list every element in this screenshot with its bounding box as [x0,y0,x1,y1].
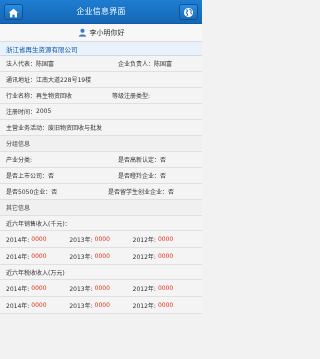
year-label: 2012年: [132,236,156,244]
user-greeting: 李小明你好 [0,24,202,42]
overseas-value: 否 [168,189,175,196]
legal-rep-label: 法人代表： [6,61,37,68]
home-button[interactable] [4,4,23,20]
tax-cell: 2012年: 0000 [133,284,196,293]
sales-cell: 2014年: 0000 [6,252,69,261]
year-label: 2012年: [132,285,156,293]
section-other-info: 其它信息 [0,200,202,216]
sales-cell: 2012年: 0000 [133,252,196,261]
top5050: 是否5050企业：否 [6,187,108,196]
industry-label: 行业名称： [6,93,37,100]
user-name: 李小明你好 [89,28,125,37]
year-value: 0000 [94,301,110,309]
tax-row-1: 2014年: 0000 2013年: 0000 2012年: 0000 [0,280,202,297]
year-value: 0000 [157,252,174,260]
globe-icon [183,3,194,22]
info-row-representatives: 法人代表：陈国富 企业负责人：陈国富 [0,56,202,72]
group-row-2: 是否上市公司：否 是否瞪羚企业：否 [0,168,202,184]
reg-time-label: 注册时间： [6,109,37,116]
sales-cell: 2013年: 0000 [69,252,132,261]
year-value: 0000 [94,252,110,260]
research-label: 是否瞪羚企业： [118,173,161,180]
reg-type: 等级注册类型: [112,91,150,100]
tax-row-2: 2014年: 0000 2013年: 0000 2012年: 0000 [0,297,202,314]
globe-button[interactable] [179,4,198,20]
year-value: 0000 [157,301,174,309]
section-group-info: 分组信息 [0,136,202,152]
year-value: 0000 [31,235,47,243]
group-row-1: 产业分类: 是否高新认定：否 [0,152,202,168]
overseas-label: 是否留学生创业企业： [108,189,169,196]
tax-title: 近六年税收收入(万元) [0,265,202,280]
year-label: 2012年: [132,253,156,261]
info-row-business: 主营业务活动： 废旧物资回收与批发 [0,120,202,136]
app-header: 企业信息界面 [0,0,202,24]
sales-title: 近六年销售收入(千元)： [0,216,202,231]
info-row-industry: 行业名称：再生物资回收 等级注册类型: [0,88,202,104]
industry-category-label: 产业分类: [6,157,33,164]
year-label: 2013年: [69,302,93,310]
reg-type-label: 等级注册类型: [112,93,151,100]
year-value: 0000 [31,252,47,260]
address-value: 江南大道228号19楼 [36,77,92,84]
sales-cell: 2014年: 0000 [6,235,69,244]
year-value: 0000 [94,235,110,243]
year-label: 2014年: [6,285,30,293]
info-row-address: 通讯地址： 江南大道228号19楼 [0,72,202,88]
hightech-label: 是否高新认定： [118,157,161,164]
year-label: 2013年: [69,285,93,293]
listed-value: 否 [48,173,55,180]
principal-value: 陈国富 [154,61,173,68]
year-value: 0000 [157,284,174,292]
top5050-value: 否 [51,189,58,196]
sales-row-2: 2014年: 0000 2013年: 0000 2012年: 0000 [0,248,202,265]
top5050-label: 是否5050企业： [6,189,52,196]
year-label: 2014年: [6,236,30,244]
group-row-3: 是否5050企业：否 是否留学生创业企业：否 [0,184,202,200]
overseas: 是否留学生创业企业：否 [108,187,174,196]
sales-cell: 2012年: 0000 [133,235,196,244]
tax-cell: 2012年: 0000 [133,301,196,310]
industry-category: 产业分类: [6,155,118,164]
legal-rep-value: 陈国富 [36,61,55,68]
listed-label: 是否上市公司： [6,173,49,180]
business-value: 废旧物资回收与批发 [48,125,103,132]
sales-cell: 2013年: 0000 [69,235,132,244]
year-label: 2013年: [69,253,93,261]
tax-cell: 2014年: 0000 [6,301,69,310]
year-label: 2013年: [69,236,93,244]
tax-cell: 2013年: 0000 [69,284,132,293]
year-label: 2014年: [6,253,30,261]
research-value: 否 [160,173,167,180]
legal-rep: 法人代表：陈国富 [6,59,118,68]
industry-value: 再生物资回收 [36,93,73,100]
industry: 行业名称：再生物资回收 [6,91,112,100]
reg-time-value: 2005 [36,108,52,115]
page-title: 企业信息界面 [76,6,126,16]
tax-cell: 2014年: 0000 [6,284,69,293]
hightech: 是否高新认定：否 [118,155,166,164]
tax-cell: 2013年: 0000 [69,301,132,310]
info-row-reg-time: 注册时间： 2005 [0,104,202,120]
sales-row-1: 2014年: 0000 2013年: 0000 2012年: 0000 [0,231,202,248]
business-label: 主营业务活动： [6,125,49,132]
home-icon [8,3,19,22]
principal: 企业负责人：陈国富 [118,59,172,68]
year-label: 2012年: [132,302,156,310]
address-label: 通讯地址： [6,77,37,84]
principal-label: 企业负责人： [118,61,155,68]
research: 是否瞪羚企业：否 [118,171,166,180]
year-value: 0000 [94,284,110,292]
year-value: 0000 [31,284,47,292]
year-label: 2014年: [6,302,30,310]
listed: 是否上市公司：否 [6,171,118,180]
company-name: 浙江省再生资源有限公司 [0,42,202,56]
year-value: 0000 [31,301,47,309]
hightech-value: 否 [160,157,167,164]
user-icon [78,28,87,37]
year-value: 0000 [157,235,174,243]
